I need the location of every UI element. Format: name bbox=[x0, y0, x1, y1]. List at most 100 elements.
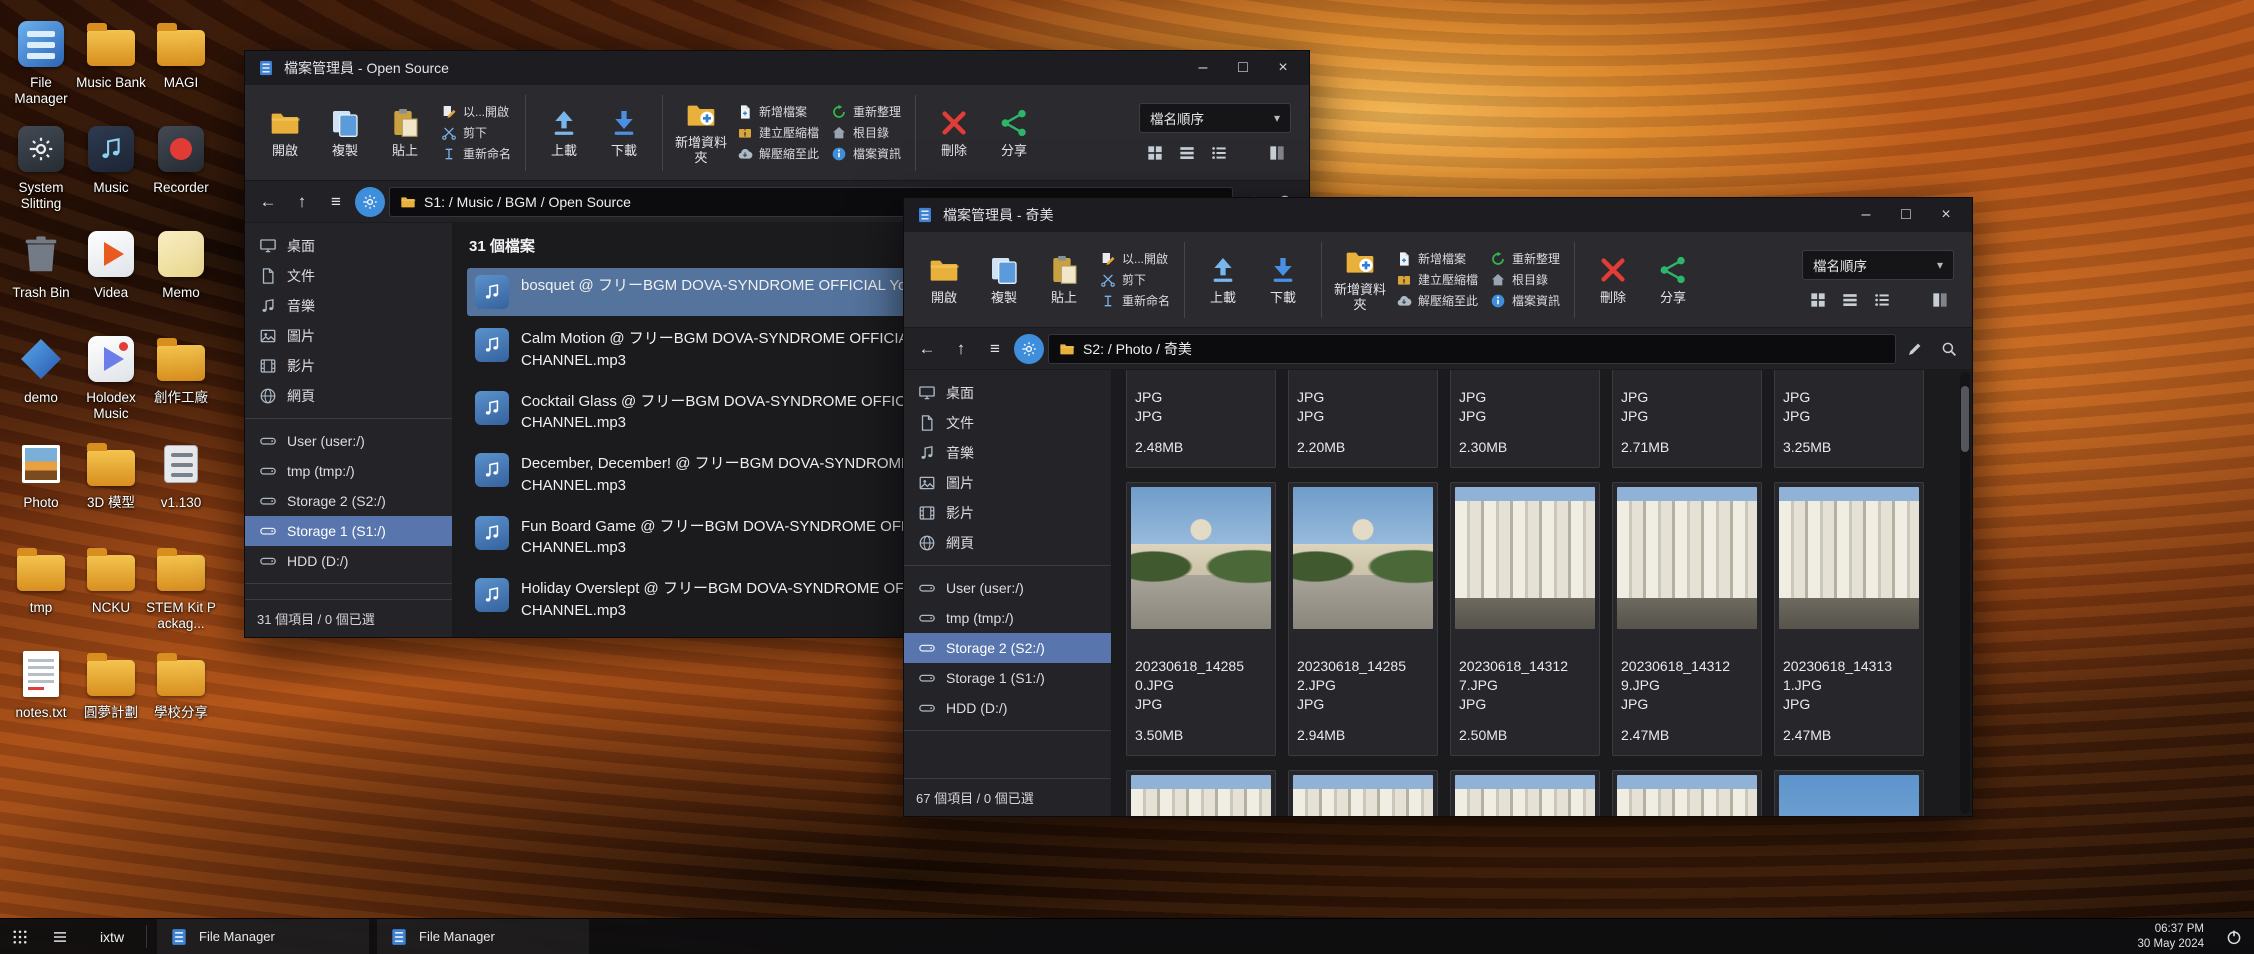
sidebar-item-documents[interactable]: 文件 bbox=[245, 261, 452, 291]
desktop-icon-photo[interactable]: Photo bbox=[6, 436, 76, 541]
paste-button[interactable]: 貼上 bbox=[375, 92, 435, 174]
desktop-icon-videa[interactable]: Videa bbox=[76, 226, 146, 331]
photo-cell-partial[interactable] bbox=[1612, 770, 1762, 816]
sidebar-item-music[interactable]: 音樂 bbox=[904, 438, 1111, 468]
minimize-button[interactable]: – bbox=[1183, 54, 1223, 82]
photo-cell[interactable]: 20230618_142850.JPGJPG3.50MB bbox=[1126, 482, 1276, 756]
edit-path-button[interactable] bbox=[1900, 334, 1930, 364]
copy-button[interactable]: 複製 bbox=[315, 92, 375, 174]
taskbar-menu-button[interactable] bbox=[40, 919, 80, 954]
back-button[interactable]: ← bbox=[912, 334, 942, 364]
sidebar-item-videos[interactable]: 影片 bbox=[245, 351, 452, 381]
photo-cell-partial[interactable] bbox=[1450, 770, 1600, 816]
menu-button[interactable]: ≡ bbox=[980, 334, 1010, 364]
settings-button[interactable] bbox=[355, 187, 385, 217]
menu-button[interactable]: ≡ bbox=[321, 187, 351, 217]
desktop-icon-trash-bin[interactable]: Trash Bin bbox=[6, 226, 76, 331]
open-with-button[interactable]: 以...開啟 bbox=[1100, 250, 1170, 267]
desktop-icon-demo[interactable]: demo bbox=[6, 331, 76, 436]
extract-here-button[interactable]: 解壓縮至此 bbox=[737, 145, 819, 162]
new-file-button[interactable]: 新增檔案 bbox=[1396, 250, 1478, 267]
photo-cell[interactable]: 20230618_142852.JPGJPG2.94MB bbox=[1288, 482, 1438, 756]
desktop-icon-file-manager[interactable]: File Manager bbox=[6, 16, 76, 121]
sidebar-item-tmp-drive[interactable]: tmp (tmp:/) bbox=[245, 456, 452, 486]
view-grid-button[interactable] bbox=[1808, 290, 1828, 310]
download-button[interactable]: 下載 bbox=[1253, 239, 1313, 321]
sidebar-item-storage2[interactable]: Storage 2 (S2:/) bbox=[245, 486, 452, 516]
copy-button[interactable]: 複製 bbox=[974, 239, 1034, 321]
view-detail-button[interactable] bbox=[1209, 143, 1229, 163]
titlebar[interactable]: 檔案管理員 - 奇美 – □ × bbox=[904, 198, 1972, 232]
photo-cell-partial[interactable] bbox=[1288, 770, 1438, 816]
app-launcher-button[interactable] bbox=[0, 919, 40, 954]
sidebar-item-pictures[interactable]: 圖片 bbox=[904, 468, 1111, 498]
open-button[interactable]: 開啟 bbox=[255, 92, 315, 174]
sidebar-item-pictures[interactable]: 圖片 bbox=[245, 321, 452, 351]
file-info-button[interactable]: 檔案資訊 bbox=[831, 145, 901, 162]
search-button[interactable] bbox=[1934, 334, 1964, 364]
open-with-button[interactable]: 以...開啟 bbox=[441, 103, 511, 120]
desktop-icon-memo[interactable]: Memo bbox=[146, 226, 216, 331]
photo-cell-partial[interactable]: JPGJPG2.20MB bbox=[1288, 370, 1438, 468]
taskbar-task-file-manager-2[interactable]: File Manager bbox=[377, 919, 589, 954]
desktop-icon-notes-txt[interactable]: notes.txt bbox=[6, 646, 76, 751]
power-button[interactable] bbox=[2214, 919, 2254, 954]
share-button[interactable]: 分享 bbox=[984, 92, 1044, 174]
create-archive-button[interactable]: 建立壓縮檔 bbox=[737, 124, 819, 141]
delete-button[interactable]: 刪除 bbox=[1583, 239, 1643, 321]
view-list-button[interactable] bbox=[1840, 290, 1860, 310]
sidebar-item-hdd[interactable]: HDD (D:/) bbox=[904, 693, 1111, 723]
maximize-button[interactable]: □ bbox=[1886, 201, 1926, 229]
open-button[interactable]: 開啟 bbox=[914, 239, 974, 321]
photo-cell-partial[interactable]: JPGJPG2.71MB bbox=[1612, 370, 1762, 468]
sidebar-item-user-drive[interactable]: User (user:/) bbox=[904, 573, 1111, 603]
up-button[interactable]: ↑ bbox=[287, 187, 317, 217]
sort-order-select[interactable]: 檔名順序▾ bbox=[1802, 250, 1954, 280]
sidebar-item-music[interactable]: 音樂 bbox=[245, 291, 452, 321]
close-button[interactable]: × bbox=[1263, 54, 1303, 82]
photo-cell[interactable]: 20230618_143131.JPGJPG2.47MB bbox=[1774, 482, 1924, 756]
new-folder-button[interactable]: 新增資料夾 bbox=[671, 92, 731, 174]
view-list-button[interactable] bbox=[1177, 143, 1197, 163]
titlebar[interactable]: 檔案管理員 - Open Source – □ × bbox=[245, 51, 1309, 85]
share-button[interactable]: 分享 bbox=[1643, 239, 1703, 321]
photo-cell-partial[interactable] bbox=[1774, 770, 1924, 816]
sidebar-item-web[interactable]: 網頁 bbox=[904, 528, 1111, 558]
photo-cell-partial[interactable]: JPGJPG3.25MB bbox=[1774, 370, 1924, 468]
download-button[interactable]: 下載 bbox=[594, 92, 654, 174]
back-button[interactable]: ← bbox=[253, 187, 283, 217]
extract-here-button[interactable]: 解壓縮至此 bbox=[1396, 292, 1478, 309]
refresh-button[interactable]: 重新整理 bbox=[1490, 250, 1560, 267]
sidebar-item-storage2[interactable]: Storage 2 (S2:/) bbox=[904, 633, 1111, 663]
refresh-button[interactable]: 重新整理 bbox=[831, 103, 901, 120]
view-grid-button[interactable] bbox=[1145, 143, 1165, 163]
desktop-icon-system-slitting[interactable]: System Slitting bbox=[6, 121, 76, 226]
photo-cell[interactable]: 20230618_143127.JPGJPG2.50MB bbox=[1450, 482, 1600, 756]
file-info-button[interactable]: 檔案資訊 bbox=[1490, 292, 1560, 309]
sidebar-item-desktop[interactable]: 桌面 bbox=[904, 378, 1111, 408]
maximize-button[interactable]: □ bbox=[1223, 54, 1263, 82]
cut-button[interactable]: 剪下 bbox=[441, 124, 511, 141]
rename-button[interactable]: 重新命名 bbox=[1100, 292, 1170, 309]
sidebar-item-hdd[interactable]: HDD (D:/) bbox=[245, 546, 452, 576]
desktop-icon-dream-plan[interactable]: 圓夢計劃 bbox=[76, 646, 146, 751]
sidebar-item-storage1[interactable]: Storage 1 (S1:/) bbox=[904, 663, 1111, 693]
root-dir-button[interactable]: 根目錄 bbox=[831, 124, 901, 141]
scrollbar-thumb[interactable] bbox=[1961, 386, 1969, 452]
settings-button[interactable] bbox=[1014, 334, 1044, 364]
photo-cell-partial[interactable]: JPGJPG2.30MB bbox=[1450, 370, 1600, 468]
cut-button[interactable]: 剪下 bbox=[1100, 271, 1170, 288]
sidebar-item-storage1[interactable]: Storage 1 (S1:/) bbox=[245, 516, 452, 546]
scrollbar[interactable] bbox=[1960, 372, 1970, 814]
desktop-icon-stem-kit[interactable]: STEM Kit P ackag... bbox=[146, 541, 216, 646]
sidebar-item-documents[interactable]: 文件 bbox=[904, 408, 1111, 438]
create-archive-button[interactable]: 建立壓縮檔 bbox=[1396, 271, 1478, 288]
desktop-icon-v1130[interactable]: v1.130 bbox=[146, 436, 216, 541]
sidebar-item-web[interactable]: 網頁 bbox=[245, 381, 452, 411]
input-method-indicator[interactable]: ixtw bbox=[80, 919, 144, 954]
desktop-icon-music[interactable]: Music bbox=[76, 121, 146, 226]
taskbar-task-file-manager-1[interactable]: File Manager bbox=[157, 919, 369, 954]
upload-button[interactable]: 上載 bbox=[1193, 239, 1253, 321]
desktop-icon-music-bank[interactable]: Music Bank bbox=[76, 16, 146, 121]
new-folder-button[interactable]: 新增資料夾 bbox=[1330, 239, 1390, 321]
